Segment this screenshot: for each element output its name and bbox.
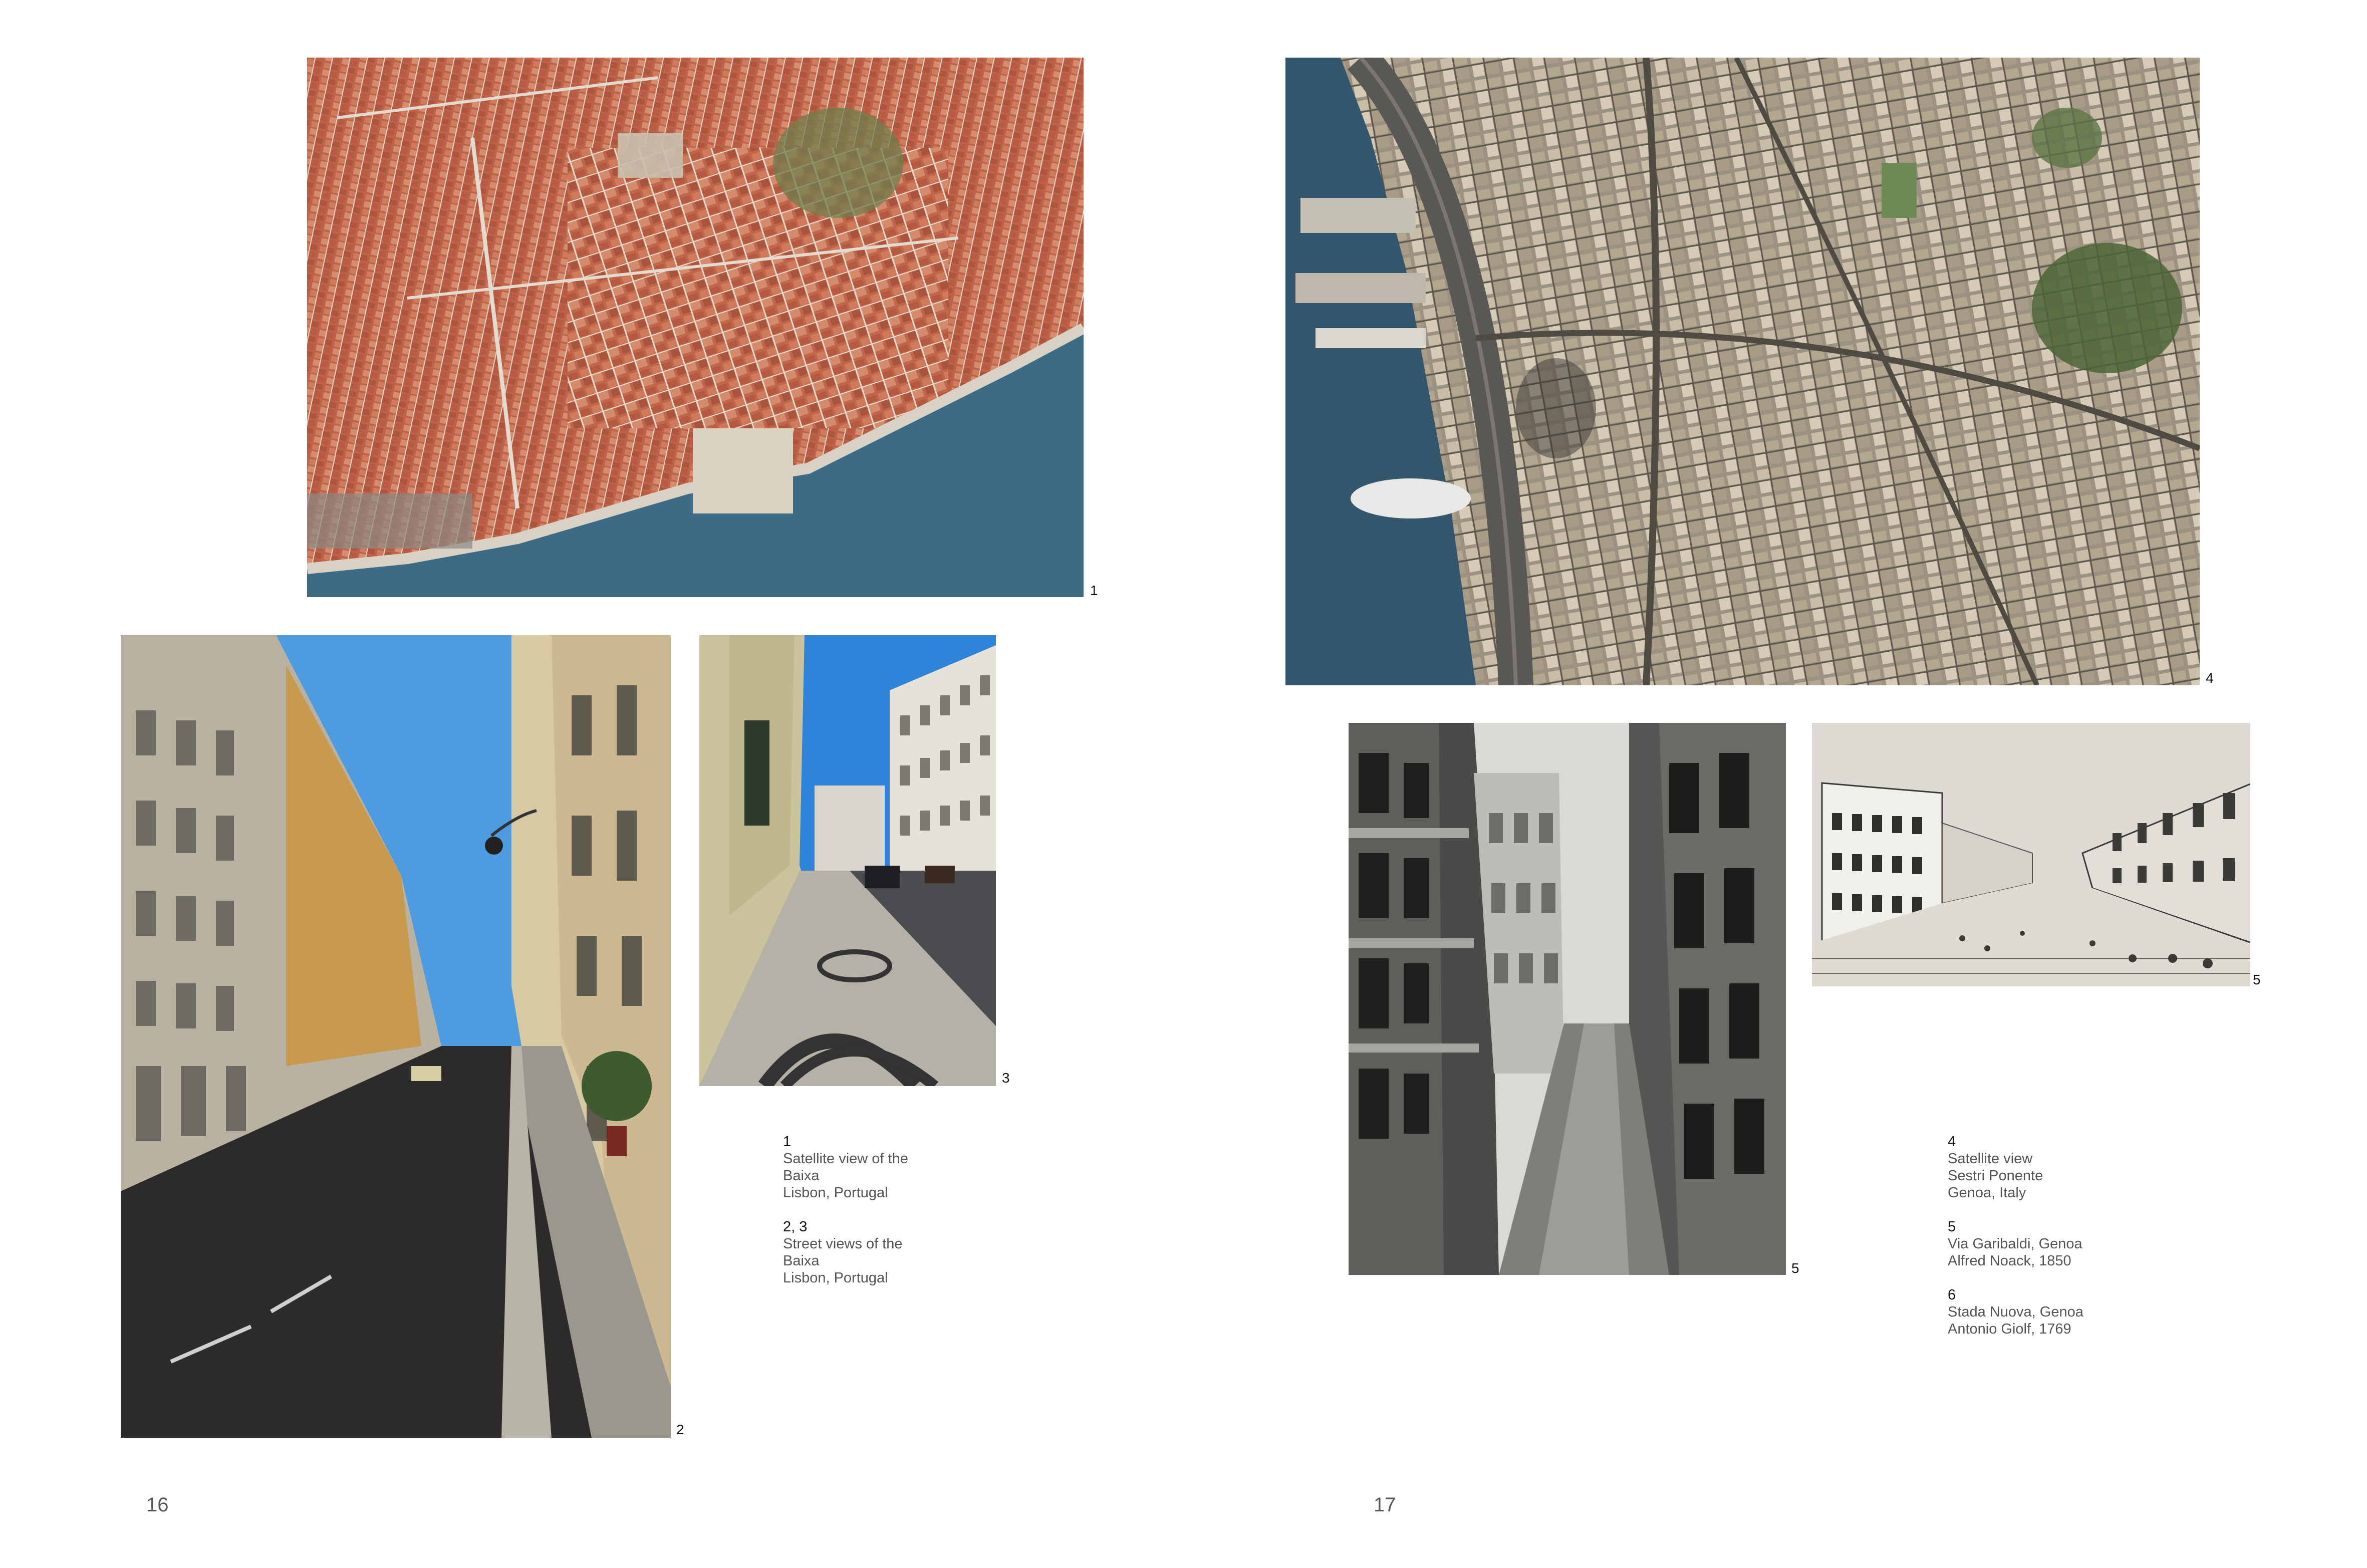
caption-line: Alfred Noack, 1850 bbox=[1948, 1253, 2071, 1269]
lisbon-satellite-image bbox=[307, 58, 1084, 597]
page-number-right: 17 bbox=[1374, 1494, 1396, 1516]
genoa-satellite-image bbox=[1285, 58, 2200, 685]
figure-number-4: 4 bbox=[2206, 670, 2214, 686]
book-spread: 1 2 3 1 Satellite view of the Baixa Lisb… bbox=[0, 0, 2367, 1568]
caption-line: Sestri Ponente bbox=[1948, 1168, 2043, 1184]
caption-number: 1 bbox=[783, 1134, 792, 1150]
caption-line: Baixa bbox=[783, 1253, 820, 1269]
caption-line: Satellite view of the bbox=[783, 1151, 908, 1167]
caption-number: 2, 3 bbox=[783, 1219, 808, 1235]
caption-6: 6 Stada Nuova, Genoa Antonio Giolf, 1769 bbox=[1948, 1286, 2178, 1338]
figure-number-3: 3 bbox=[1002, 1070, 1010, 1086]
caption-line: Via Garibaldi, Genoa bbox=[1948, 1236, 2082, 1252]
captions-right: 4 Satellite view Sestri Ponente Genoa, I… bbox=[1948, 1133, 2178, 1355]
caption-line: Lisbon, Portugal bbox=[783, 1270, 888, 1286]
figure-number-5: 5 bbox=[1791, 1260, 1799, 1276]
caption-number: 6 bbox=[1948, 1287, 1956, 1303]
caption-2-3: 2, 3 Street views of the Baixa Lisbon, P… bbox=[783, 1218, 993, 1286]
caption-line: Baixa bbox=[783, 1168, 820, 1184]
caption-line: Satellite view bbox=[1948, 1151, 2033, 1167]
caption-line: Lisbon, Portugal bbox=[783, 1185, 888, 1201]
lisbon-mosaic-street-image bbox=[699, 635, 996, 1086]
figure-number-2: 2 bbox=[676, 1422, 684, 1437]
caption-4: 4 Satellite view Sestri Ponente Genoa, I… bbox=[1948, 1133, 2178, 1201]
via-garibaldi-photo bbox=[1349, 723, 1786, 1275]
caption-number: 5 bbox=[1948, 1219, 1956, 1235]
caption-line: Stada Nuova, Genoa bbox=[1948, 1304, 2083, 1320]
caption-line: Street views of the bbox=[783, 1236, 903, 1252]
strada-nuova-engraving bbox=[1812, 723, 2250, 986]
caption-line: Antonio Giolf, 1769 bbox=[1948, 1321, 2071, 1337]
figure-number-1: 1 bbox=[1090, 583, 1098, 598]
caption-1: 1 Satellite view of the Baixa Lisbon, Po… bbox=[783, 1133, 993, 1201]
caption-line: Genoa, Italy bbox=[1948, 1185, 2026, 1201]
lisbon-street-view-image bbox=[121, 635, 671, 1438]
page-number-left: 16 bbox=[146, 1494, 169, 1516]
caption-number: 4 bbox=[1948, 1134, 1956, 1150]
figure-number-5-engraving: 5 bbox=[2253, 972, 2261, 987]
caption-5: 5 Via Garibaldi, Genoa Alfred Noack, 185… bbox=[1948, 1218, 2178, 1269]
captions-left: 1 Satellite view of the Baixa Lisbon, Po… bbox=[783, 1133, 993, 1303]
